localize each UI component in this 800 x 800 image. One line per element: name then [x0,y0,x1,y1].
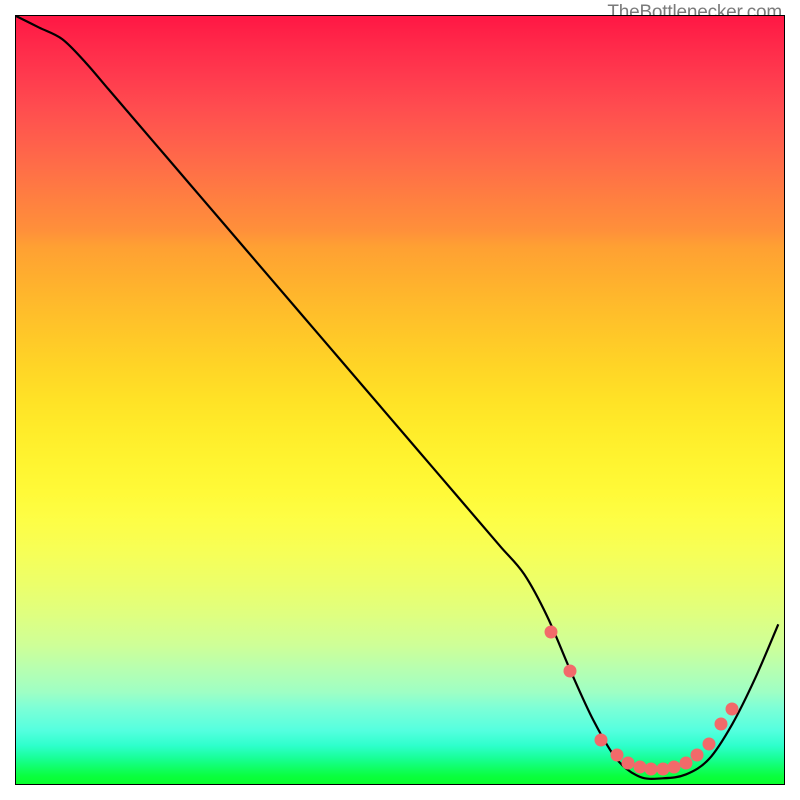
highlight-dot [545,626,558,639]
highlight-dot [595,733,608,746]
curve-layer [16,16,786,786]
highlight-dot [679,756,692,769]
highlight-dot [703,737,716,750]
plot-area [15,15,785,785]
highlight-dot [622,756,635,769]
bottleneck-curve-path [16,16,778,779]
highlight-dot [656,763,669,776]
highlight-dot [645,763,658,776]
highlight-dot [610,749,623,762]
highlight-dot [726,703,739,716]
highlight-dot [564,664,577,677]
highlight-dot [691,749,704,762]
highlight-dot [668,760,681,773]
highlight-dot [714,718,727,731]
chart-container: TheBottlenecker.com [0,0,800,800]
highlight-dot [633,760,646,773]
